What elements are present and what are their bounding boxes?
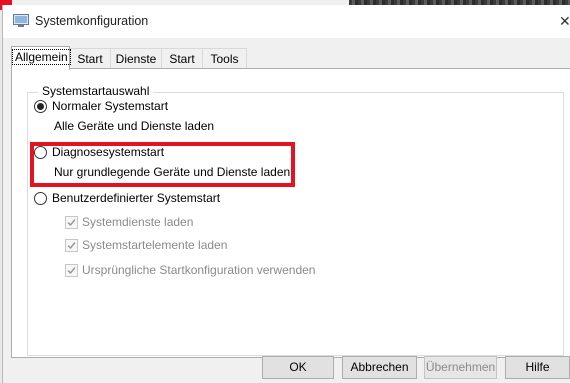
checkmark-icon <box>67 242 76 250</box>
checkmark-icon <box>67 267 76 275</box>
normal-startup-label[interactable]: Normaler Systemstart <box>52 99 168 113</box>
tab-label: Dienste <box>115 52 157 66</box>
tab-startup-1[interactable]: Start <box>69 48 111 69</box>
help-button[interactable]: Hilfe <box>505 356 570 379</box>
normal-startup-description: Alle Geräte und Dienste laden <box>54 119 215 133</box>
tab-label: Start <box>77 52 103 66</box>
annotation-highlight-box <box>30 142 295 187</box>
window-title: Systemkonfiguration <box>35 14 149 28</box>
tab-label: Start <box>169 52 195 66</box>
close-button[interactable]: ✕ <box>557 5 570 38</box>
msconfig-icon <box>13 14 29 28</box>
apply-button[interactable]: Übernehmen <box>424 356 497 379</box>
ok-button[interactable]: OK <box>262 356 334 379</box>
system-configuration-window: Systemkonfiguration ✕ Allgemein Start Di… <box>2 5 570 383</box>
tab-tools[interactable]: Tools <box>202 48 247 69</box>
normal-startup-radio[interactable] <box>34 100 47 113</box>
tab-label: Allgemein <box>12 49 71 65</box>
checkmark-icon <box>67 219 76 227</box>
tab-services[interactable]: Dienste <box>110 48 162 69</box>
load-startup-items-label: Systemstartelemente laden <box>82 238 228 252</box>
load-system-services-label: Systemdienste laden <box>82 215 194 229</box>
use-original-boot-config-label: Ursprüngliche Startkonfiguration verwend… <box>82 263 316 277</box>
selective-startup-label[interactable]: Benutzerdefinierter Systemstart <box>52 191 220 205</box>
radio-selected-dot <box>37 103 44 110</box>
load-startup-items-checkbox[interactable] <box>65 239 78 252</box>
title-bar[interactable]: Systemkonfiguration ✕ <box>3 5 570 38</box>
cancel-button[interactable]: Abbrechen <box>342 356 417 379</box>
use-original-boot-config-checkbox[interactable] <box>65 264 78 277</box>
close-icon: ✕ <box>559 13 570 29</box>
group-label: Systemstartauswahl <box>38 84 154 98</box>
tab-general[interactable]: Allgemein <box>11 46 71 70</box>
tab-label: Tools <box>210 52 239 66</box>
load-system-services-checkbox[interactable] <box>65 216 78 229</box>
selective-startup-radio[interactable] <box>34 192 47 205</box>
tab-startup-2[interactable]: Start <box>161 48 203 69</box>
